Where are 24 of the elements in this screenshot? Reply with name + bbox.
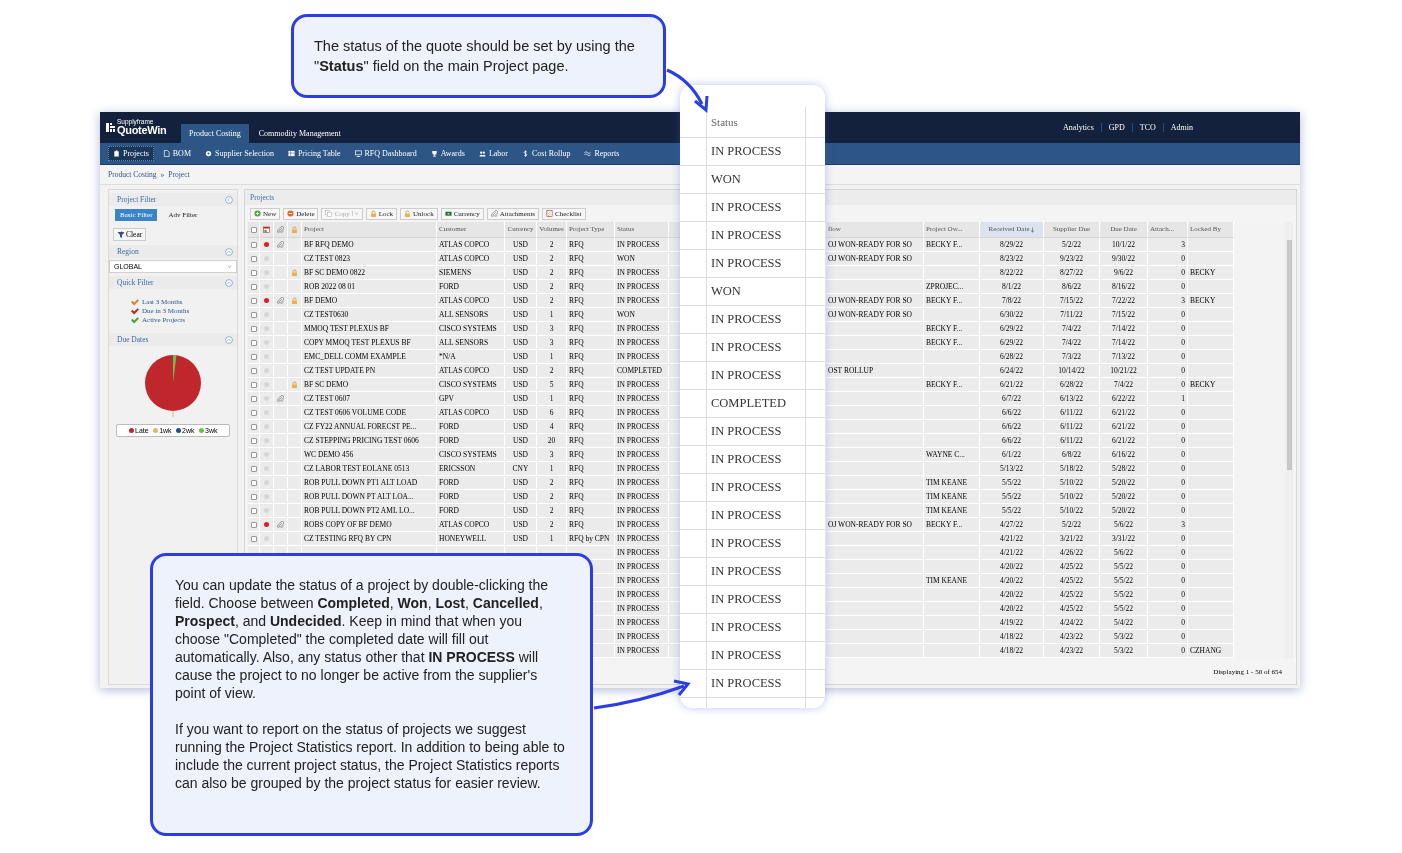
callout-text: You can update the status of a project by double-clicking the field. Choose between Completed, Won, Lost, Cancelled, Prospect, and Undecided. Keep in mind that when you choose "Completed" the completed date will fill out automatically. Also, any status other that IN PROCESS will cause the project to no longer be active from the supplier's point of view. <box>175 576 550 702</box>
status-value: IN PROCESS <box>711 536 782 551</box>
status-value: IN PROCESS <box>711 340 782 355</box>
status-value: IN PROCESS <box>711 312 782 327</box>
status-value: IN PROCESS <box>711 480 782 495</box>
status-value: IN PROCESS <box>711 256 782 271</box>
status-value: IN PROCESS <box>711 452 782 467</box>
status-value: IN PROCESS <box>711 200 782 215</box>
status-value: IN PROCESS <box>711 620 782 635</box>
status-value: IN PROCESS <box>711 676 782 691</box>
status-value: WON <box>711 284 741 299</box>
status-value: WON <box>711 172 741 187</box>
app-logo-name: QuoteWin <box>117 125 167 137</box>
status-value: IN PROCESS <box>711 368 782 383</box>
status-value: IN PROCESS <box>711 424 782 439</box>
status-value: IN PROCESS <box>711 648 782 663</box>
status-value: IN PROCESS <box>711 508 782 523</box>
status-value: IN PROCESS <box>711 228 782 243</box>
status-value: IN PROCESS <box>711 564 782 579</box>
callout-text: If you want to report on the status of projects we suggest running the Project Statistics report. In addition to being able to include the current project status, the Project Statistics reports can also be grouped by the project status for easier review. <box>175 720 566 792</box>
status-value: IN PROCESS <box>711 144 782 159</box>
status-value: IN PROCESS <box>711 592 782 607</box>
callout-text: The status of the quote should be set by using the "Status" field on the main Project page. <box>314 37 636 76</box>
column-header: Status <box>711 116 738 128</box>
